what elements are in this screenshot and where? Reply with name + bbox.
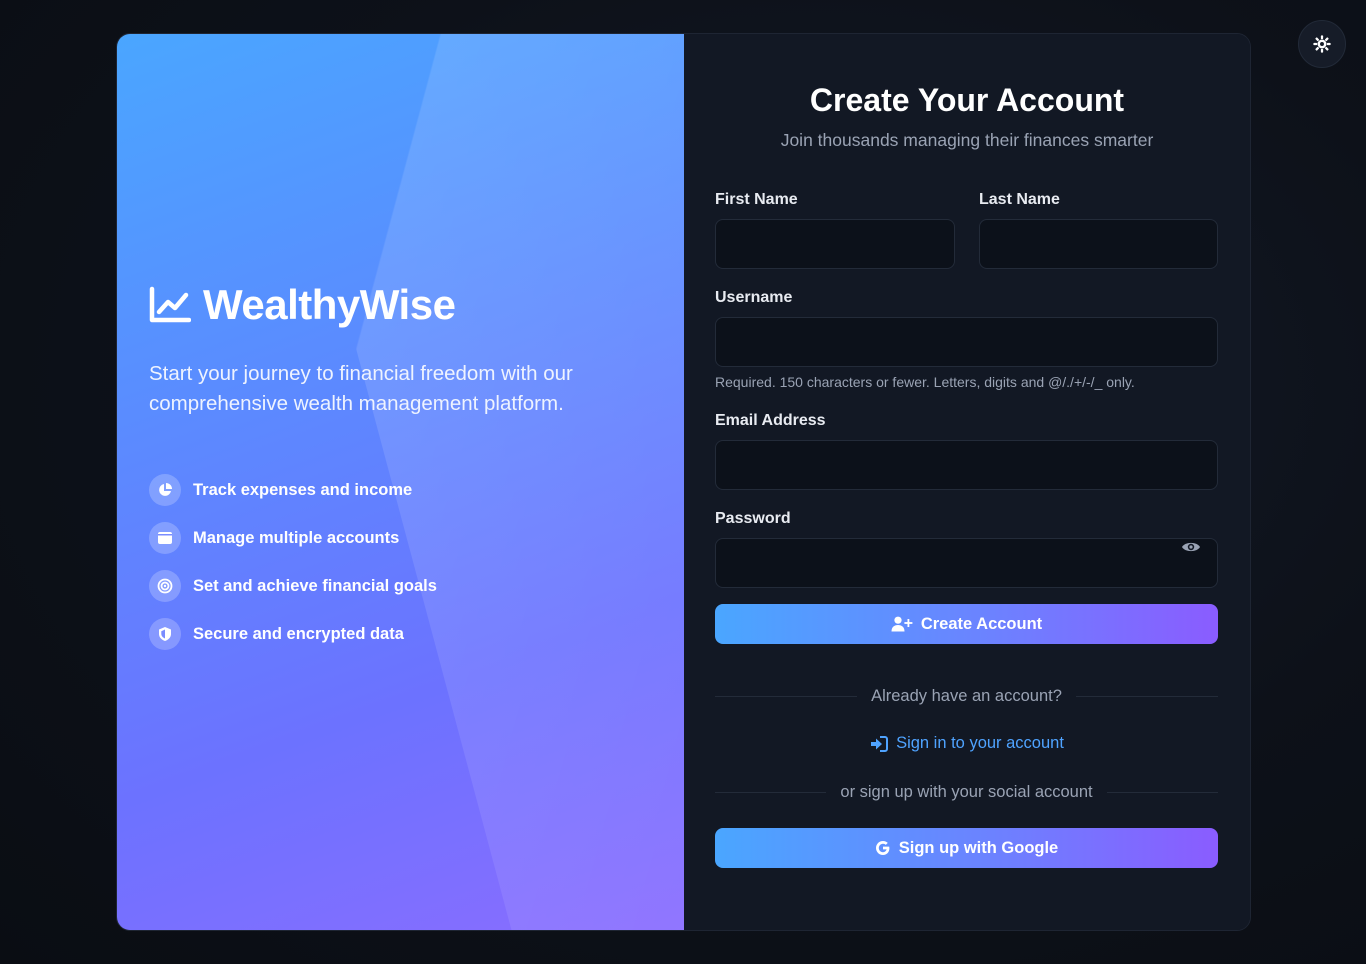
already-account-text: Already have an account? (871, 686, 1062, 705)
first-name-label: First Name (715, 191, 798, 208)
password-field[interactable] (715, 538, 1218, 588)
pie-chart-icon (159, 483, 172, 496)
signin-divider: Already have an account? (715, 686, 1218, 706)
social-divider: or sign up with your social account (715, 782, 1218, 802)
create-account-label: Create Account (920, 614, 1043, 633)
theme-toggle-button[interactable] (1298, 20, 1346, 68)
feature-icon-wrap (149, 474, 181, 506)
feature-item: Track expenses and income (149, 466, 437, 514)
form-title: Create Your Account (809, 82, 1125, 118)
sign-in-icon (871, 735, 889, 752)
signup-card: WealthyWise Start your journey to financ… (116, 33, 1251, 931)
brand: WealthyWise (149, 281, 456, 329)
first-name-field[interactable] (715, 219, 955, 269)
target-icon (157, 578, 173, 594)
google-signup-button[interactable]: Sign up with Google (715, 828, 1218, 868)
divider-line (715, 695, 858, 697)
sign-in-label: Sign in to your account (896, 734, 1064, 752)
shield-icon (159, 627, 171, 641)
google-signup-label: Sign up with Google (898, 838, 1059, 857)
hero-tagline: Start your journey to financial freedom … (149, 362, 573, 415)
feature-label: Manage multiple accounts (193, 528, 400, 547)
show-password-icon[interactable] (1181, 539, 1201, 555)
feature-item: Set and achieve financial goals (149, 562, 437, 610)
email-field[interactable] (715, 440, 1218, 490)
user-plus-icon (891, 616, 913, 632)
divider-line (1106, 791, 1218, 793)
hero-panel: WealthyWise Start your journey to financ… (117, 34, 684, 930)
feature-label: Set and achieve financial goals (193, 576, 437, 595)
wallet-icon (158, 532, 172, 544)
feature-icon-wrap (149, 570, 181, 602)
feature-item: Secure and encrypted data (149, 610, 437, 658)
username-label: Username (715, 289, 793, 306)
brand-name: WealthyWise (203, 281, 456, 328)
feature-item: Manage multiple accounts (149, 514, 437, 562)
feature-label: Track expenses and income (193, 480, 413, 499)
create-account-button[interactable]: Create Account (715, 604, 1218, 644)
feature-icon-wrap (149, 522, 181, 554)
google-icon (875, 841, 890, 855)
form-subtitle: Join thousands managing their finances s… (780, 130, 1154, 150)
feature-list: Track expenses and income Manage multipl… (149, 466, 437, 658)
username-help-text: Required. 150 characters or fewer. Lette… (715, 374, 1135, 390)
sign-in-link[interactable]: Sign in to your account (684, 734, 1250, 753)
feature-label: Secure and encrypted data (193, 624, 404, 643)
last-name-label: Last Name (979, 191, 1060, 208)
chart-line-icon (149, 286, 191, 323)
password-label: Password (715, 510, 791, 527)
sun-gear-icon (1313, 35, 1331, 53)
social-signup-text: or sign up with your social account (840, 782, 1093, 801)
divider-line (715, 791, 827, 793)
feature-icon-wrap (149, 618, 181, 650)
email-label: Email Address (715, 412, 826, 429)
last-name-field[interactable] (979, 219, 1218, 269)
username-field[interactable] (715, 317, 1218, 367)
signup-form-panel: Create Your Account Join thousands manag… (684, 34, 1250, 930)
divider-line (1075, 695, 1218, 697)
